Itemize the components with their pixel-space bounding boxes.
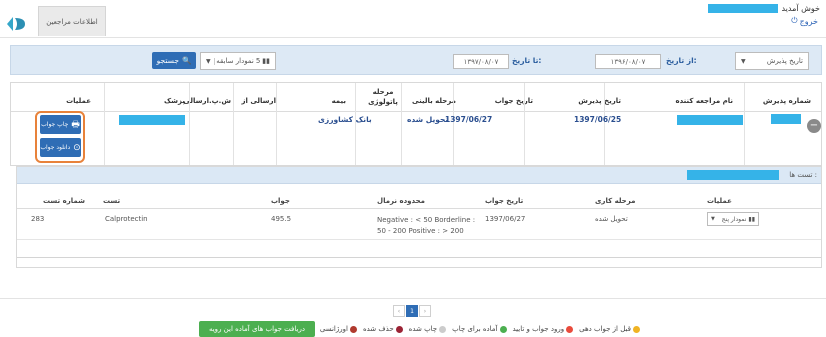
search-icon: 🔍: [181, 56, 192, 65]
col-reception-date: تاریخ پذیرش: [578, 97, 621, 105]
entry-dot-icon: [566, 325, 574, 333]
printed-dot-icon: [439, 325, 447, 333]
download-icon: ⊙: [73, 142, 81, 153]
col-test-no: شماره تست: [43, 197, 85, 205]
col-work-stage: مرحله کاری: [595, 197, 636, 205]
tests-panel-header: تست ها :: [17, 167, 821, 184]
search-label: جستجو: [156, 56, 179, 65]
print-label: چاپ جواب: [41, 121, 69, 128]
pagination: ‹ 1 ›: [393, 305, 431, 317]
date-type-select[interactable]: تاریخ پذیرش ▼: [735, 52, 809, 70]
filter-bar: تاریخ پذیرش ▼ از تاریخ: ۱۳۹۶/۰۸/۰۷ تا تا…: [10, 45, 822, 75]
status-legend: قبل از جواب دهی ورود جواب و تایید آماده …: [320, 325, 640, 333]
col-test: تست: [103, 197, 121, 205]
welcome-area: خوش آمدید: [708, 4, 820, 13]
legend-emergency: اورژانسی: [320, 325, 357, 333]
history-count: 5: [255, 57, 261, 65]
table-header: شماره پذیرش نام مراجعه کننده تاریخ پذیرش…: [11, 83, 821, 112]
logout-label: خروج: [799, 16, 818, 26]
logout-link[interactable]: خروج ⏻: [791, 16, 818, 26]
col-answer: جواب: [271, 197, 290, 205]
tab-patient-info[interactable]: اطلاعات مراجعین: [38, 6, 106, 36]
legend-answer-entry: ورود جواب و تایید: [513, 325, 574, 333]
from-date-input[interactable]: ۱۳۹۶/۰۸/۰۷: [595, 54, 661, 69]
legend-before-answer: قبل از جواب دهی: [579, 325, 640, 333]
col-answer-date: تاریخ جواب: [494, 97, 533, 105]
work-stage-cell: تحویل شده: [595, 215, 628, 223]
chart-label: نمودار پنج: [721, 215, 747, 223]
deleted-dot-icon: [395, 325, 403, 333]
col-reception-no: شماره پذیرش: [762, 97, 811, 105]
minus-icon: −: [809, 120, 819, 131]
answer-cell: 495.5: [271, 215, 292, 223]
doctor-redacted: [119, 115, 185, 125]
col-operations: عملیات: [66, 97, 91, 105]
col-sent-from: ارسالی از: [241, 97, 276, 105]
print-answer-button[interactable]: چاپ جواب 🖶: [40, 115, 81, 134]
col-doctor: پزشک: [163, 97, 185, 105]
test-no-cell: 283: [31, 215, 45, 223]
col-answer-date: تاریخ جواب: [485, 197, 524, 205]
test-chart-select[interactable]: ▼ نمودار پنج ▮▮: [707, 212, 759, 226]
username-redacted: [708, 4, 779, 13]
table-row: − 1397/06/25 1397/06/27 تحویل شده بانک ک…: [11, 111, 821, 165]
to-date-input[interactable]: ۱۳۹۷/۰۸/۰۷: [453, 54, 509, 69]
tests-table-header: شماره تست تست جواب محدوده نرمال تاریخ جو…: [17, 195, 821, 209]
next-page-button[interactable]: ›: [419, 305, 431, 317]
history-label: نمودار سابقه: [216, 57, 254, 65]
reception-table: شماره پذیرش نام مراجعه کننده تاریخ پذیرش…: [10, 82, 822, 166]
legend-deleted: حذف شده: [363, 325, 403, 333]
answer-date-cell: 1397/06/27: [485, 215, 526, 223]
collect-ready-answers-button[interactable]: دریافت جواب های آماده این رویه: [199, 321, 315, 337]
col-patient-name: نام مراجعه کننده: [675, 97, 733, 105]
date-type-value: تاریخ پذیرش: [766, 57, 803, 65]
col-insurance: بیمه: [331, 97, 346, 105]
history-chart-select[interactable]: ▼ نمودار سابقه 5 ▮▮: [200, 52, 276, 70]
download-label: دانلود جواب: [40, 144, 71, 151]
power-icon: ⏻: [791, 16, 798, 25]
tests-title-redacted: [687, 170, 779, 180]
legend-printed: چاپ شده: [409, 325, 447, 333]
test-cell: Calprotectin: [105, 215, 148, 223]
reception-date-cell: 1397/06/25: [574, 115, 622, 124]
answer-date-cell: 1397/06/27: [445, 115, 493, 124]
to-date-label: تا تاریخ:: [512, 56, 542, 65]
col-normal-range: محدوده نرمال: [377, 197, 425, 205]
emergency-dot-icon: [349, 325, 357, 333]
col-operations: عملیات: [707, 197, 732, 205]
col-pathology-stage: مرحله پاتولوژی: [368, 88, 398, 106]
patient-name-redacted: [677, 115, 743, 125]
tests-title: تست ها :: [789, 171, 817, 179]
chevron-down-icon: ▼: [711, 216, 715, 222]
clinical-stage-cell: تحویل شده: [407, 115, 449, 124]
page-1-button[interactable]: 1: [406, 305, 418, 317]
chevron-down-icon: ▼: [206, 57, 215, 65]
app-logo-icon: [7, 17, 25, 31]
collapse-row-button[interactable]: −: [807, 119, 821, 133]
chevron-down-icon: ▼: [741, 57, 746, 65]
welcome-text: خوش آمدید: [781, 4, 820, 13]
download-answer-button[interactable]: دانلود جواب ⊙: [40, 138, 81, 157]
col-clinical-stage: مرحله بالینی: [412, 97, 456, 105]
prev-page-button[interactable]: ‹: [393, 305, 405, 317]
bar-chart-icon: ▮▮: [748, 215, 755, 223]
footer: ‹ 1 › دریافت جواب های آماده این رویه قبل…: [0, 298, 826, 337]
ready-dot-icon: [499, 325, 507, 333]
reception-no-redacted: [771, 114, 801, 124]
panel-divider: [17, 257, 821, 258]
search-button[interactable]: جستجو 🔍: [152, 52, 196, 69]
from-date-label: از تاریخ:: [666, 56, 697, 65]
table-row: 283 Calprotectin 495.5 Negative : < 50 B…: [17, 210, 821, 240]
insurance-cell: بانک کشاورزی: [318, 115, 372, 124]
normal-range-cell: Negative : < 50 Borderline : 50 - 200 Po…: [377, 216, 476, 235]
printer-icon: 🖶: [71, 119, 80, 130]
bar-chart-icon: ▮▮: [262, 57, 270, 65]
col-sending-id: ش.پ.ارسالی: [183, 97, 231, 105]
pending-dot-icon: [633, 325, 640, 333]
legend-ready-print: آماده برای چاپ: [452, 325, 507, 333]
top-bar: اطلاعات مراجعین خوش آمدید خروج ⏻: [0, 0, 826, 38]
tests-panel: تست ها : شماره تست تست جواب محدوده نرمال…: [16, 166, 822, 268]
